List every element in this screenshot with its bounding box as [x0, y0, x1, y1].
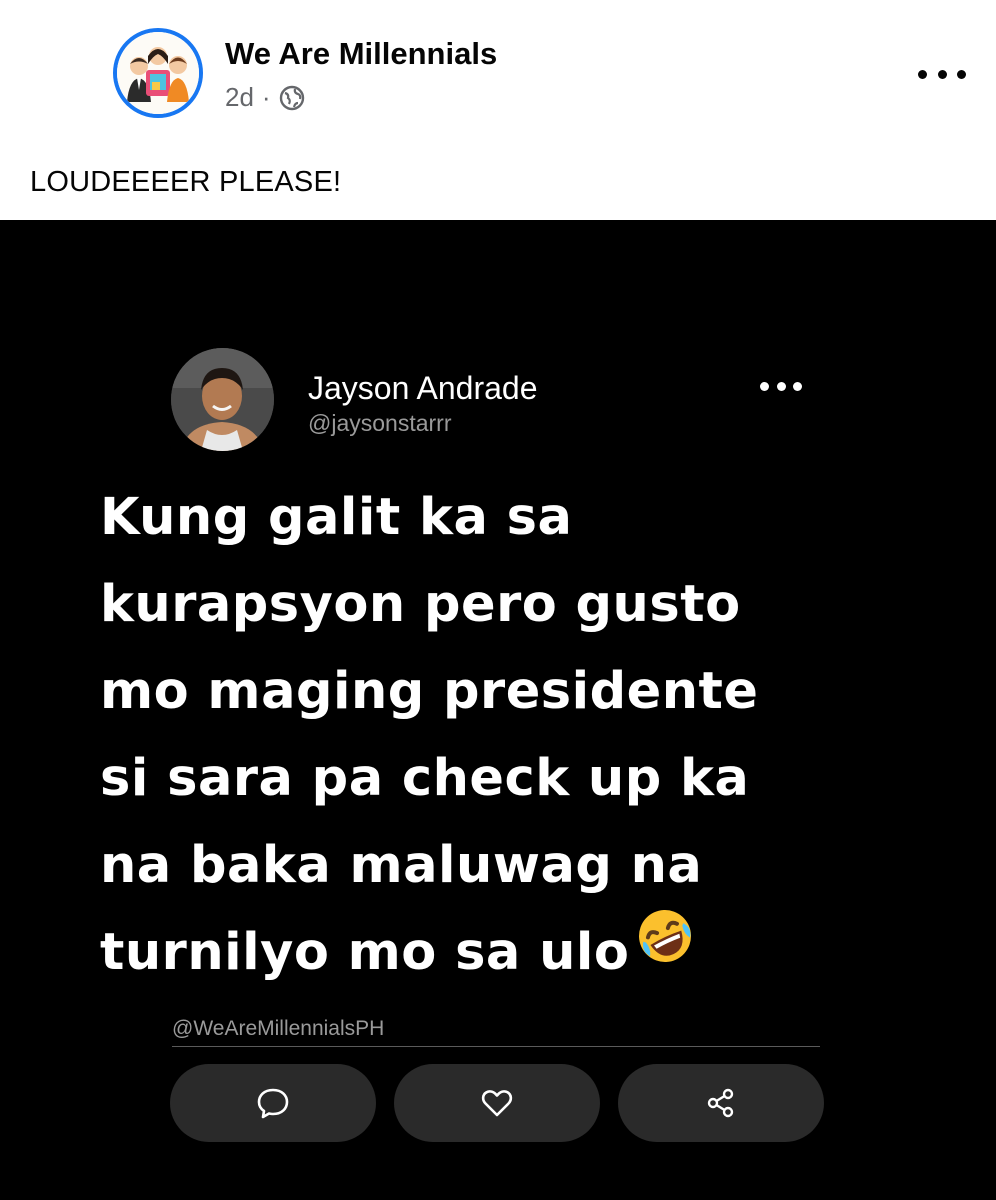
heart-icon — [481, 1090, 513, 1117]
more-dot — [918, 69, 927, 79]
author-name: Jayson Andrade — [308, 370, 538, 406]
more-dot — [760, 381, 769, 391]
post-time[interactable]: 2d — [225, 82, 254, 113]
comment-icon — [257, 1088, 289, 1119]
globe-icon — [279, 85, 304, 110]
like-button[interactable] — [394, 1064, 600, 1142]
share-button[interactable] — [618, 1064, 824, 1142]
page-name[interactable]: We Are Millennials — [225, 36, 497, 72]
post-meta: 2d · — [225, 82, 305, 113]
cartoon-avatar-icon — [117, 32, 199, 114]
comment-button[interactable] — [170, 1064, 376, 1142]
tweet-more-options — [760, 380, 802, 392]
tweet-text: Kung galit ka sa kurapsyon pero gusto mo… — [100, 474, 860, 999]
watermark: @WeAreMillennialsPH — [172, 1017, 385, 1040]
page-avatar[interactable] — [113, 28, 203, 118]
divider — [172, 1046, 820, 1047]
person-photo-icon — [171, 348, 274, 451]
post-image[interactable]: Jayson Andrade @jaysonstarrr Kung galit … — [0, 220, 996, 1200]
post-caption: LOUDEEEER PLEASE! — [30, 166, 342, 198]
more-dot — [776, 381, 786, 391]
more-dot — [937, 69, 947, 79]
author-handle: @jaysonstarrr — [308, 410, 452, 436]
author-avatar — [171, 348, 274, 451]
more-options-button[interactable] — [918, 60, 966, 88]
more-dot — [793, 381, 802, 391]
post-header: We Are Millennials 2d · LOUDEEEER PLEASE… — [0, 0, 996, 220]
laughing-emoji-icon — [639, 909, 692, 962]
meta-separator: · — [261, 82, 271, 112]
rolling-on-floor-laughing-emoji — [635, 906, 695, 993]
more-dot — [957, 69, 966, 79]
share-icon — [707, 1088, 734, 1118]
